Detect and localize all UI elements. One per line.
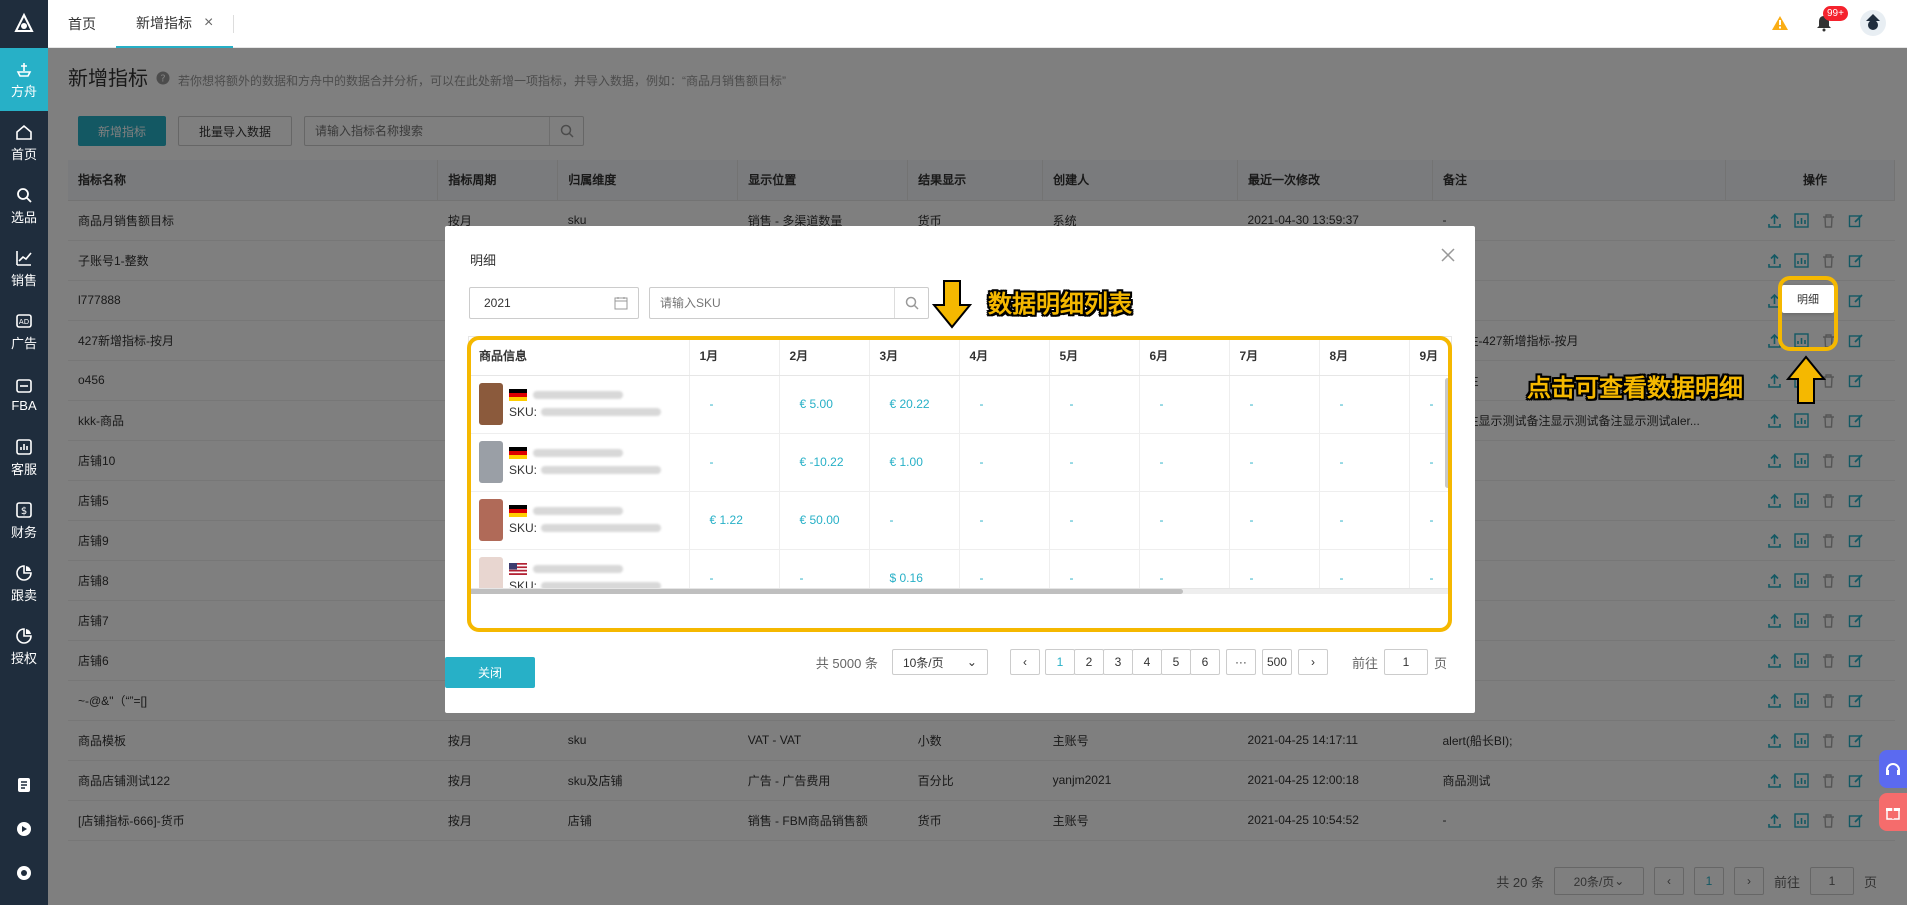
next-page-button[interactable]: › <box>1297 649 1328 675</box>
sidebar-item[interactable]: 首页 <box>0 111 48 174</box>
total-count: 共 5000 条 <box>815 655 878 671</box>
highlight-detail-table <box>467 336 1452 632</box>
play-icon[interactable] <box>0 807 48 851</box>
close-icon[interactable]: × <box>204 14 213 32</box>
sidebar-item[interactable]: $ 财务 <box>0 489 48 552</box>
sidebar-item-label: 财务 <box>10 524 37 540</box>
trend-icon <box>16 250 32 266</box>
modal-title: 明细 <box>470 253 497 268</box>
warning-icon[interactable] <box>1771 15 1789 34</box>
sidebar-item-label: 选品 <box>10 209 37 225</box>
tab-new-metric[interactable]: 新增指标 × <box>116 0 234 48</box>
topbar: 首页 新增指标 × 99+ <box>48 0 1907 48</box>
gift-icon[interactable] <box>1879 793 1907 831</box>
annotation-list: 数据明细列表 <box>988 290 1132 318</box>
support-icon[interactable] <box>0 851 48 895</box>
page-size-select[interactable]: 10条/页 ⌄ <box>891 649 988 675</box>
page-number[interactable]: 1 <box>1044 649 1075 675</box>
page-size-value: 10条/页 <box>902 655 944 670</box>
sidebar-item-label: FBA <box>11 397 37 413</box>
arrow-down-icon <box>932 280 972 329</box>
page-number[interactable]: 3 <box>1102 649 1133 675</box>
prev-page-button[interactable]: ‹ <box>1009 649 1040 675</box>
search-icon <box>17 187 32 203</box>
highlight-detail-icon <box>1778 276 1838 351</box>
goto-label: 前往 <box>1351 655 1378 671</box>
page-unit: 页 <box>1433 655 1447 671</box>
year-picker[interactable]: 2021 <box>469 287 639 319</box>
sidebar-item-label: 销售 <box>10 272 37 288</box>
bell-icon[interactable]: 99+ <box>1815 5 1848 35</box>
ship-icon <box>16 62 32 77</box>
sidebar-item[interactable]: AD 广告 <box>0 300 48 363</box>
arrow-up-icon <box>1786 355 1826 404</box>
sidebar-item[interactable]: 授权 <box>0 615 48 678</box>
search-icon[interactable] <box>894 288 928 318</box>
avatar[interactable] <box>1859 9 1887 40</box>
divider <box>233 14 235 33</box>
tab-home[interactable]: 首页 <box>48 0 116 48</box>
doc-icon[interactable] <box>0 763 48 807</box>
home-icon <box>16 124 32 140</box>
pie-icon <box>16 627 32 644</box>
logo-icon <box>14 12 34 32</box>
dollar-icon: $ <box>16 501 32 518</box>
svg-text:$: $ <box>21 506 27 517</box>
close-icon[interactable] <box>1439 246 1457 264</box>
fba-icon <box>16 378 32 393</box>
pie-icon <box>16 564 32 581</box>
sidebar-item[interactable]: 跟卖 <box>0 552 48 615</box>
sku-input[interactable] <box>650 296 894 310</box>
year-value: 2021 <box>484 296 511 310</box>
ad-icon: AD <box>16 313 32 328</box>
sidebar-item-label: 广告 <box>10 335 37 351</box>
page-number[interactable]: 2 <box>1073 649 1104 675</box>
svg-text:AD: AD <box>19 318 29 326</box>
ellipsis[interactable]: ··· <box>1225 649 1256 675</box>
sidebar-item-label: 跟卖 <box>10 587 37 603</box>
page-number[interactable]: 500 <box>1261 649 1292 675</box>
calendar-icon <box>614 297 628 310</box>
modal-pager: 共 5000 条 10条/页 ⌄ ‹ 123456 ··· 500 › 前往 1 … <box>816 649 1447 675</box>
page-number[interactable]: 4 <box>1131 649 1162 675</box>
logo[interactable] <box>0 0 48 48</box>
page-number[interactable]: 6 <box>1189 649 1220 675</box>
goto-input[interactable]: 1 <box>1383 649 1428 675</box>
sidebar-item[interactable]: 销售 <box>0 237 48 300</box>
sidebar-item-label: 首页 <box>10 146 37 162</box>
headset-icon[interactable] <box>1879 750 1907 788</box>
tab-label: 新增指标 <box>136 14 192 31</box>
notification-badge: 99+ <box>1823 5 1848 21</box>
sku-search <box>649 287 929 319</box>
chart-icon <box>16 438 32 455</box>
page-number[interactable]: 5 <box>1160 649 1191 675</box>
sidebar-item[interactable]: 客服 <box>0 426 48 489</box>
sidebar: 方舟首页选品销售 AD 广告 FBA 客服 $ 财务跟卖授权 <box>0 0 48 905</box>
sidebar-item-label: 方舟 <box>10 83 37 99</box>
close-button[interactable]: 关闭 <box>445 657 535 688</box>
sidebar-item-label: 授权 <box>10 650 37 666</box>
sidebar-item[interactable]: 选品 <box>0 174 48 237</box>
sidebar-item[interactable]: FBA <box>0 363 48 426</box>
sidebar-item-label: 客服 <box>10 461 37 477</box>
tab-label: 首页 <box>68 15 96 32</box>
sidebar-item[interactable]: 方舟 <box>0 48 48 111</box>
annotation-click: 点击可查看数据明细 <box>1527 374 1743 402</box>
